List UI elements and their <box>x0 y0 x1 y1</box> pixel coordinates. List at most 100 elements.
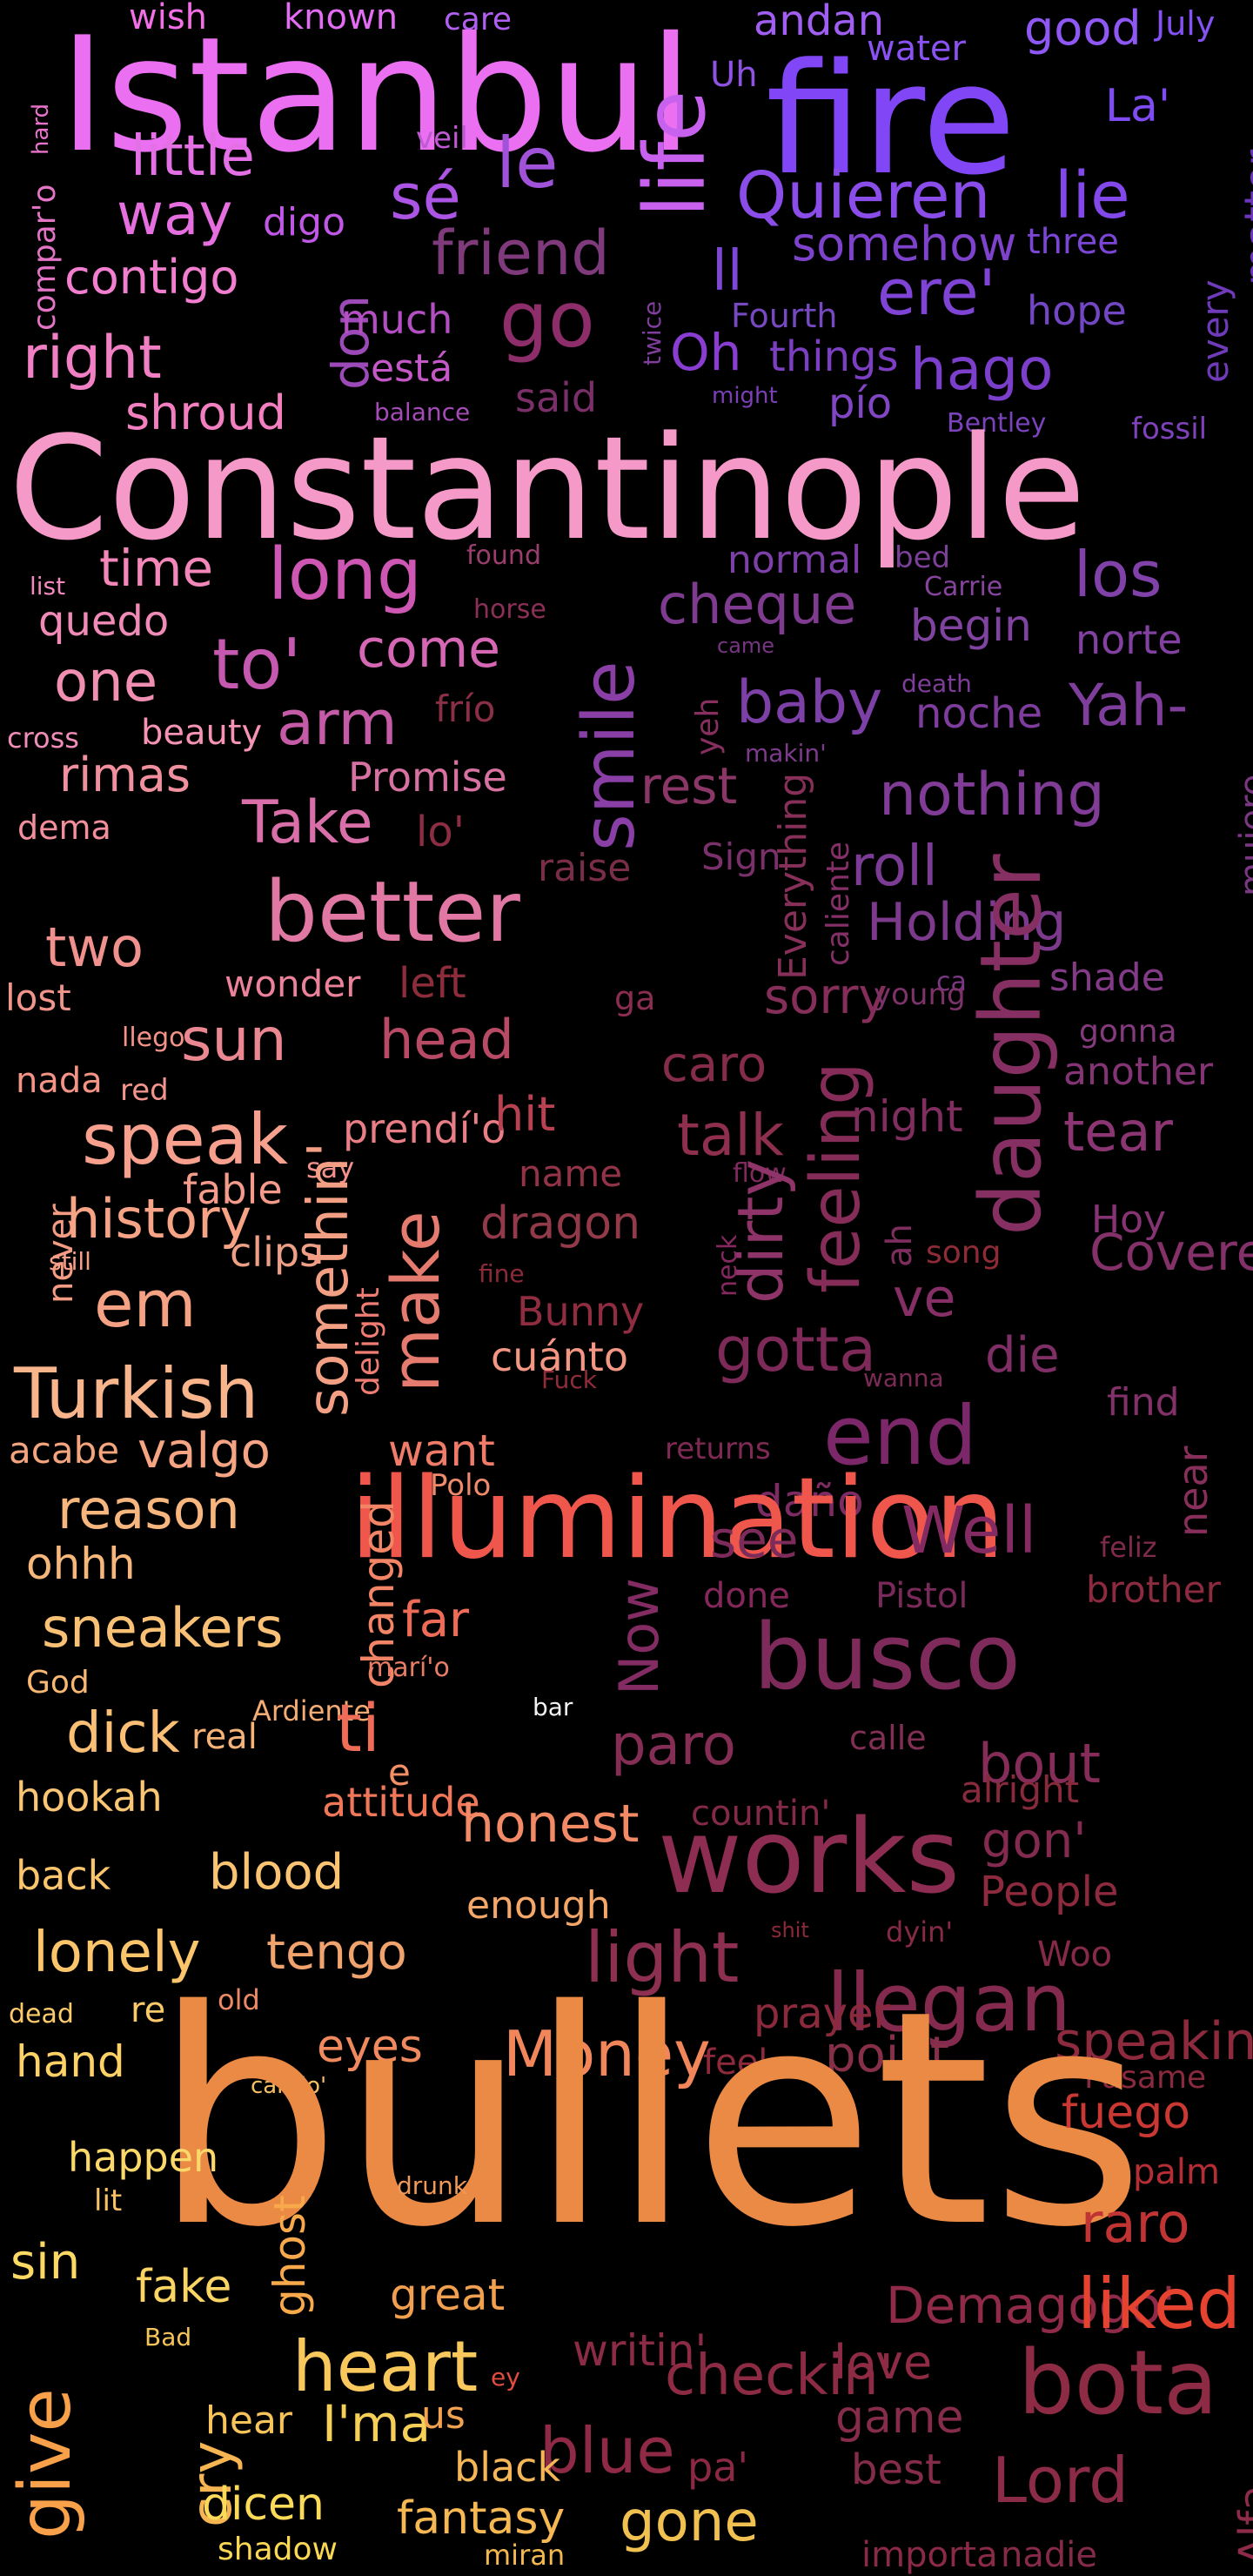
word-bar: bar <box>533 1693 573 1721</box>
word-turkish: Turkish <box>14 1353 259 1434</box>
word-yah: Yah- <box>1069 672 1189 739</box>
word-happen: happen <box>68 2134 219 2181</box>
word-compar-o: compar'o <box>27 184 63 331</box>
word-nadie: nadie <box>1001 2535 1097 2575</box>
word-sun: sun <box>181 1006 287 1075</box>
word-i-ma: I'ma <box>322 2394 432 2453</box>
word-wanna: wanna <box>863 1364 944 1392</box>
word-lost: lost <box>5 976 71 1019</box>
word-ghost: ghost <box>265 2195 315 2317</box>
word-norte: norte <box>1075 616 1183 663</box>
word-calle: calle <box>849 1719 927 1757</box>
word-gotta: gotta <box>715 1314 877 1385</box>
word-right: right <box>23 324 162 392</box>
word-blood: blood <box>209 1844 345 1901</box>
word-head: head <box>379 1008 514 1071</box>
word-daughter: daughter <box>962 854 1060 1236</box>
word-uh: Uh <box>710 55 758 95</box>
word-time: time <box>99 539 214 598</box>
word-honest: honest <box>461 1794 640 1855</box>
word-smile: smile <box>568 661 651 851</box>
word-ti: ti <box>336 1689 380 1767</box>
word-ga: ga <box>614 979 656 1017</box>
word-importa: importa <box>861 2535 998 2575</box>
word-shadow: shadow <box>218 2532 338 2567</box>
word-oh: Oh <box>670 323 742 382</box>
word-sign: Sign <box>701 835 781 878</box>
word-fr-o: frío <box>435 688 496 730</box>
word-another: another <box>1063 1050 1214 1094</box>
word-history: history <box>66 1187 252 1251</box>
word-hope: hope <box>1027 287 1127 334</box>
word-contigo: contigo <box>64 250 239 305</box>
word-dema: dema <box>17 808 111 847</box>
word-la: La' <box>1105 80 1171 132</box>
word-talk: talk <box>677 1102 784 1169</box>
word-hear: hear <box>205 2398 293 2443</box>
word-beauty: beauty <box>141 713 263 753</box>
word-raise: raise <box>538 846 632 890</box>
word-way: way <box>117 181 233 248</box>
word-arm: arm <box>277 688 398 759</box>
word-shit: shit <box>771 1918 809 1942</box>
word-valgo: valgo <box>137 1423 271 1479</box>
word-young: young <box>874 977 966 1012</box>
word-hago: hago <box>910 336 1054 403</box>
word-lo: lo' <box>416 808 465 856</box>
word-busco: busco <box>754 1604 1021 1710</box>
word-rest: rest <box>640 756 738 815</box>
word-see: see <box>710 1510 799 1569</box>
word-god: God <box>26 1665 90 1701</box>
word-one: one <box>54 650 158 714</box>
word-bota: bota <box>1018 2331 1218 2435</box>
word-bunny: Bunny <box>517 1288 645 1335</box>
word-makin: makin' <box>745 739 827 768</box>
word-three: three <box>1027 222 1119 262</box>
word-back: back <box>16 1852 111 1899</box>
word-every: every <box>1194 279 1236 383</box>
word-feliz: feliz <box>1100 1531 1157 1564</box>
word-lit: lit <box>94 2184 123 2218</box>
word-best: best <box>851 2445 941 2494</box>
word-works: works <box>658 1796 961 1916</box>
word-ere: ere' <box>877 256 996 329</box>
word-better: better <box>265 863 520 961</box>
word-covered: Covered <box>1089 1223 1253 1282</box>
word-ey: ey <box>491 2363 520 2392</box>
word-take: Take <box>242 788 373 857</box>
word-dead: dead <box>9 1999 74 2029</box>
word-wonder: wonder <box>224 963 361 1005</box>
word-little: little <box>131 124 255 189</box>
word-black: black <box>454 2444 561 2491</box>
word-brother: brother <box>1086 1568 1221 1611</box>
word-die: die <box>985 1327 1060 1384</box>
word-much: much <box>341 296 453 343</box>
word-now: Now <box>607 1577 671 1695</box>
word-dragon: dragon <box>480 1197 641 1250</box>
word-ah: ah <box>880 1224 920 1267</box>
word-heart: heart <box>292 2326 479 2407</box>
word-mujere: mujere <box>1233 774 1253 896</box>
word-name: name <box>519 1152 623 1195</box>
word-bad: Bad <box>144 2323 192 2351</box>
word-might: might <box>712 383 778 409</box>
word-find: find <box>1107 1380 1180 1425</box>
word-two: two <box>45 916 144 979</box>
word-sin: sin <box>10 2234 81 2291</box>
word-matter: matter <box>1236 149 1253 285</box>
word-things: things <box>769 332 899 381</box>
word-hand: hand <box>16 2036 125 2087</box>
word-raro: raro <box>1081 2191 1190 2255</box>
word-fourth: Fourth <box>731 297 838 335</box>
word-great: great <box>390 2270 506 2320</box>
word-everything: Everything <box>771 772 815 980</box>
word-carrie: Carrie <box>924 572 1003 602</box>
word-came: came <box>717 634 775 658</box>
word-paro: paro <box>611 1714 736 1778</box>
word-pa: pa' <box>687 2444 749 2491</box>
word-make: make <box>377 1211 454 1392</box>
word-gone: gone <box>620 2490 759 2554</box>
word-ve: ve <box>893 1268 956 1329</box>
word-hard: hard <box>28 103 54 155</box>
word-people: People <box>980 1868 1119 1916</box>
